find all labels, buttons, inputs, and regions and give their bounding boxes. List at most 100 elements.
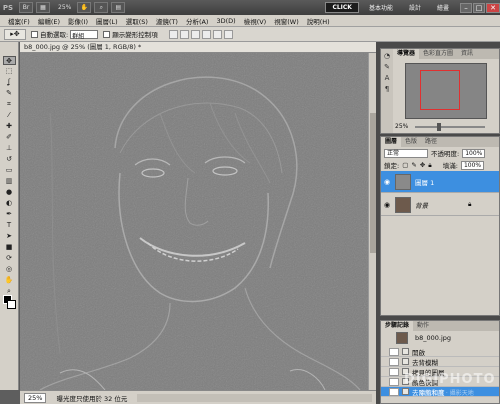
lasso-tool-icon[interactable]: ʆ (3, 78, 16, 87)
menu-3d[interactable]: 3D(D) (212, 17, 239, 25)
pen-tool-icon[interactable]: ✒ (3, 210, 16, 219)
layer-name: 圖層 1 (415, 178, 435, 187)
history-item[interactable]: 開啟 (381, 347, 499, 357)
history-checkbox[interactable] (389, 387, 399, 396)
menu-analysis[interactable]: 分析(A) (182, 16, 213, 26)
tab-histogram[interactable]: 色彩直方圖 (419, 49, 457, 59)
arrange-documents-icon[interactable]: ▤ (111, 2, 126, 13)
dodge-tool-icon[interactable]: ◐ (3, 199, 16, 208)
zoom-tool-icon[interactable]: ⌕ (94, 2, 109, 13)
tool-presets-icon[interactable]: ◔ (383, 52, 391, 60)
zoom-level[interactable]: 25% (58, 4, 71, 11)
lock-all-icon[interactable]: 🔒︎ (428, 161, 431, 170)
move-tool-preset-icon[interactable]: ▸✥ (4, 28, 26, 40)
canvas-horizontal-scrollbar[interactable] (137, 393, 372, 402)
hand-icon[interactable]: ✋ (77, 2, 92, 13)
history-checkbox[interactable] (389, 377, 399, 386)
type-tool-icon[interactable]: T (3, 221, 16, 230)
tab-navigator[interactable]: 導覽器 (393, 49, 420, 59)
bridge-icon[interactable]: Br (19, 2, 33, 13)
menu-select[interactable]: 選取(S) (122, 16, 152, 26)
align-vcenter-icon[interactable] (179, 29, 189, 39)
brush-tool-icon[interactable]: ✐ (3, 133, 16, 142)
navigator-slider-knob[interactable] (437, 123, 441, 131)
layer-item[interactable]: ◉ 圖層 1 (381, 171, 499, 193)
canvas-vertical-scrollbar[interactable] (368, 53, 376, 390)
opacity-field[interactable]: 100% (462, 148, 486, 158)
tools-panel: ✥ ⬚ ʆ ✎ ⌗ ⁄ ✚ ✐ ⊥ ↺ ▭ ▥ ● ◐ ✒ T ➤ ■ ⟳ ◎ … (0, 42, 19, 390)
align-top-icon[interactable] (168, 29, 178, 39)
history-checkbox[interactable] (389, 367, 399, 376)
blend-mode-dropdown[interactable]: 正常 (384, 148, 428, 158)
crop-tool-icon[interactable]: ⌗ (3, 100, 16, 109)
menu-help[interactable]: 說明(H) (303, 16, 334, 26)
character-icon[interactable]: A (383, 74, 391, 82)
tab-history[interactable]: 步驟記錄 (381, 321, 414, 331)
workspace-painting[interactable]: 繪畫 (431, 2, 455, 13)
layer-item[interactable]: ◉ 背景 🔒︎ (381, 194, 499, 216)
history-item[interactable]: 去背模糊 (381, 357, 499, 367)
document-tab[interactable]: b8_000.jpg @ 25% (圖層 1, RGB/8) * (20, 42, 376, 53)
align-bottom-icon[interactable] (190, 29, 200, 39)
brush-presets-icon[interactable]: ✎ (383, 63, 391, 71)
menu-window[interactable]: 視窗(W) (270, 16, 303, 26)
tab-paths[interactable]: 路徑 (421, 137, 441, 147)
menu-filter[interactable]: 濾鏡(T) (152, 16, 182, 26)
background-color-swatch[interactable] (7, 300, 16, 309)
menu-image[interactable]: 影像(I) (64, 16, 92, 26)
blur-tool-icon[interactable]: ● (3, 188, 16, 197)
menu-layer[interactable]: 圖層(L) (92, 16, 122, 26)
navigator-view-box[interactable] (420, 70, 460, 110)
gradient-tool-icon[interactable]: ▥ (3, 177, 16, 186)
eyedropper-tool-icon[interactable]: ⁄ (3, 111, 16, 120)
eye-icon[interactable]: ◉ (381, 201, 393, 209)
layers-panel: 圖層 色版 路徑 正常 不透明度: 100% 鎖定: ▢ ✎ ✥ 🔒︎ 填滿: … (380, 136, 500, 316)
tab-layers[interactable]: 圖層 (381, 137, 402, 147)
workspace-design[interactable]: 設計 (403, 2, 427, 13)
workspace-click[interactable]: CLICK (325, 2, 359, 13)
tab-actions[interactable]: 動作 (413, 321, 433, 331)
minimize-icon[interactable]: – (460, 2, 472, 13)
history-checkbox[interactable] (389, 347, 399, 356)
workspace-essentials[interactable]: 基本功能 (363, 2, 399, 13)
clone-stamp-icon[interactable]: ⊥ (3, 144, 16, 153)
show-transform-checkbox[interactable] (103, 30, 111, 38)
fill-field[interactable]: 100% (460, 160, 485, 170)
menu-edit[interactable]: 編輯(E) (34, 16, 64, 26)
status-zoom-field[interactable]: 25% (24, 392, 47, 403)
history-snapshot[interactable]: b8_000.jpg (381, 331, 499, 345)
menu-view[interactable]: 檢視(V) (240, 16, 271, 26)
history-checkbox[interactable] (389, 357, 399, 366)
navigator-thumbnail[interactable] (405, 63, 487, 119)
hand-tool-icon[interactable]: ✋ (3, 276, 16, 285)
marquee-tool-icon[interactable]: ⬚ (3, 67, 16, 76)
menu-file[interactable]: 檔案(F) (4, 16, 34, 26)
shape-tool-icon[interactable]: ■ (3, 243, 16, 252)
align-hcenter-icon[interactable] (212, 29, 222, 39)
history-brush-icon[interactable]: ↺ (3, 155, 16, 164)
move-tool-icon[interactable]: ✥ (2, 56, 16, 65)
auto-select-checkbox[interactable] (31, 30, 38, 38)
path-select-icon[interactable]: ➤ (3, 232, 16, 241)
3d-rotate-icon[interactable]: ⟳ (3, 254, 16, 263)
tab-channels[interactable]: 色版 (401, 137, 421, 147)
align-right-icon[interactable] (223, 29, 233, 39)
eye-icon[interactable]: ◉ (381, 178, 393, 186)
auto-select-dropdown[interactable]: 群組 (70, 29, 99, 40)
navigator-zoom-slider[interactable] (415, 123, 485, 131)
close-icon[interactable]: ✕ (486, 2, 500, 13)
lock-transparency-icon[interactable]: ▢ (402, 161, 408, 169)
navigator-zoom[interactable]: 25% (395, 123, 408, 130)
quick-select-tool-icon[interactable]: ✎ (3, 89, 16, 98)
minibridge-icon[interactable]: ▦ (36, 2, 50, 13)
healing-brush-icon[interactable]: ✚ (3, 122, 16, 131)
maximize-icon[interactable]: □ (473, 2, 485, 13)
tab-info[interactable]: 資訊 (457, 49, 477, 59)
paragraph-icon[interactable]: ¶ (383, 85, 391, 93)
3d-orbit-icon[interactable]: ◎ (3, 265, 16, 274)
eraser-tool-icon[interactable]: ▭ (3, 166, 16, 175)
align-left-icon[interactable] (201, 29, 211, 39)
lock-pixels-icon[interactable]: ✎ (411, 161, 416, 169)
lock-position-icon[interactable]: ✥ (420, 161, 425, 169)
image-canvas[interactable] (20, 53, 368, 390)
